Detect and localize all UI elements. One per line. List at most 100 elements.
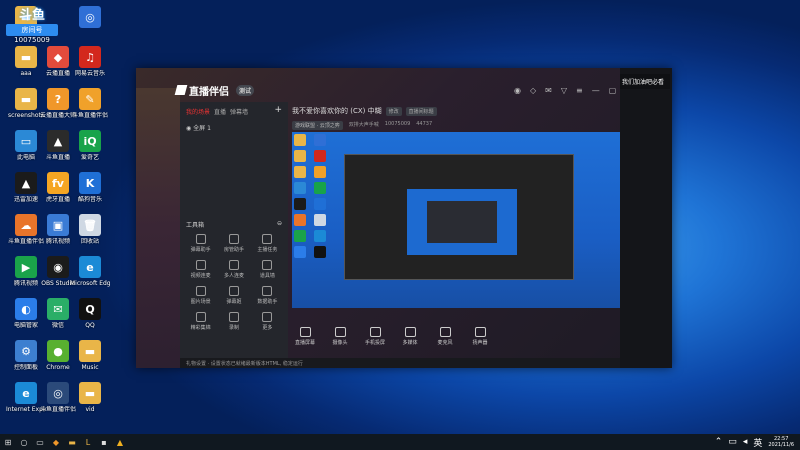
desktop-icon[interactable]: iQ 爱奇艺	[70, 130, 110, 161]
tool-item[interactable]: 视频连麦	[184, 260, 217, 279]
collapse-icon[interactable]: ⊖	[277, 220, 282, 229]
desktop-icon[interactable]: Q QQ	[70, 298, 110, 329]
app-icon: ✎	[79, 88, 101, 110]
volume-icon[interactable]: ◂	[743, 437, 748, 447]
desktop-icon[interactable]: ▬ Music	[70, 340, 110, 371]
desktop-icon[interactable]: ◎	[70, 6, 110, 30]
source-button[interactable]: 直播屏幕	[292, 326, 318, 346]
tab-danmaku[interactable]: 弹幕墙	[230, 107, 248, 116]
app-icon: ▭	[15, 130, 37, 152]
app-logo: 直播伴侣 测试	[174, 83, 255, 98]
tool-item[interactable]: 主播任务	[251, 234, 284, 253]
tray-up-icon[interactable]: ⌃	[715, 437, 723, 447]
tool-item[interactable]: 录制	[217, 312, 250, 331]
desktop-icon[interactable]: e Microsoft Edge	[70, 256, 110, 287]
tool-item[interactable]: 房管助手	[217, 234, 250, 253]
minimize-icon[interactable]: —	[592, 86, 600, 95]
desktop-icon[interactable]: ▬ vid	[70, 382, 110, 413]
room-label: 房间号	[6, 24, 58, 36]
ime-icon[interactable]: 英	[753, 436, 762, 449]
network-icon[interactable]: ▭	[728, 437, 737, 447]
version-badge: 测试	[236, 84, 255, 96]
taskbar-app-icon[interactable]: ▲	[112, 434, 128, 450]
desktop-icon[interactable]: ✎ 斗鱼直播伴侣	[70, 88, 110, 119]
app-icon: e	[15, 382, 37, 404]
message-icon[interactable]: ✉	[545, 86, 552, 95]
add-scene-icon[interactable]: +	[274, 106, 282, 116]
tab-live[interactable]: 直播	[214, 107, 226, 116]
taskbar-folder-icon[interactable]: ▬	[64, 434, 80, 450]
stream-preview[interactable]	[292, 132, 622, 308]
app-icon: fv	[47, 172, 69, 194]
tool-label: 更多	[262, 325, 273, 331]
category-badge[interactable]: 游戏联盟 · 云顶之弈	[292, 121, 343, 130]
app-icon: iQ	[79, 130, 101, 152]
source-button[interactable]: 扬声器	[467, 326, 493, 346]
clock-date: 2021/11/6	[768, 442, 794, 448]
search-icon[interactable]: ○	[16, 434, 32, 450]
tool-label: 图片场景	[190, 299, 211, 305]
taskbar-app-icon[interactable]: L	[80, 434, 96, 450]
tool-item[interactable]: 数据助手	[251, 286, 284, 305]
desktop-icon-label: QQ	[85, 322, 95, 329]
app-icon: ♫	[79, 46, 101, 68]
viewer-count: 44737	[416, 121, 433, 127]
nested-preview	[344, 154, 574, 280]
nested-window	[427, 201, 497, 243]
info-tag: 双排大声手喊	[348, 122, 379, 128]
source-icon	[439, 326, 451, 337]
app-icon: ☁	[15, 214, 37, 236]
tool-item[interactable]: 更多	[251, 312, 284, 331]
scene-item-label: 全屏 1	[193, 125, 211, 132]
tool-item[interactable]: 精彩集锦	[184, 312, 217, 331]
douyu-logo: 斗鱼	[18, 8, 45, 23]
app-icon: ▬	[79, 382, 101, 404]
desktop-icon[interactable]: 🗑 回收站	[70, 214, 110, 245]
source-button[interactable]: 麦克风	[432, 326, 458, 346]
desktop-icon[interactable]: K 酷狗音乐	[70, 172, 110, 203]
source-button[interactable]: 多媒体	[397, 326, 423, 346]
app-icon: ◎	[79, 6, 101, 28]
desktop-icon-label: Microsoft Edge	[70, 280, 110, 287]
tool-item[interactable]: 多人连麦	[217, 260, 250, 279]
tool-label: 弹幕助手	[190, 247, 211, 253]
app-icon: ●	[47, 340, 69, 362]
source-button[interactable]: 摄像头	[327, 326, 353, 346]
source-label: 麦克风	[437, 339, 453, 346]
app-icon: ✉	[47, 298, 69, 320]
edit-title-button[interactable]: 修改	[385, 106, 402, 116]
taskbar-app-icon[interactable]: ▪	[96, 434, 112, 450]
desktop-icon-label: 回收站	[80, 238, 99, 245]
tools-header: 工具箱	[186, 222, 205, 229]
menu-icon[interactable]: ≡	[576, 86, 583, 95]
source-icon	[474, 326, 486, 337]
gift-icon[interactable]: ◇	[530, 86, 536, 95]
tool-item[interactable]: 图片场景	[184, 286, 217, 305]
tool-icon	[262, 234, 273, 244]
start-icon[interactable]: ⊞	[0, 434, 16, 450]
tool-icon	[228, 234, 239, 244]
status-bar: 礼物设置 · 设置状态已就绪最新版本HTML, 稳定运行	[180, 358, 672, 368]
source-button[interactable]: 手机投屏	[362, 326, 388, 346]
tool-item[interactable]: 弹幕助手	[184, 234, 217, 253]
notification-icon[interactable]: ▽	[561, 86, 567, 95]
desktop-icon[interactable]: ♫ 网易云音乐	[70, 46, 110, 77]
tool-icon	[262, 260, 273, 270]
tool-icon	[262, 312, 273, 322]
avatar-icon[interactable]: ◉	[514, 86, 521, 95]
eye-icon[interactable]: ◉	[186, 125, 191, 132]
scene-item[interactable]: ◉ 全屏 1	[180, 121, 288, 134]
tab-scenes[interactable]: 我的场景	[186, 107, 210, 116]
task-view-icon[interactable]: ▭	[32, 434, 48, 450]
tool-item[interactable]: 弹幕姬	[217, 286, 250, 305]
app-icon: ⚙	[15, 340, 37, 362]
clock[interactable]: 22:57 2021/11/6	[768, 436, 794, 448]
tool-item[interactable]: 道具墙	[251, 260, 284, 279]
taskbar: ⊞ ○ ▭ ◆ ▬ L ▪ ▲ ⌃ ▭ ◂ 英 22:57 2021/11/6	[0, 434, 800, 450]
taskbar-app-icon[interactable]: ◆	[48, 434, 64, 450]
app-icon: 🗑	[79, 214, 101, 236]
live-title-input[interactable]: 直播间标题	[405, 106, 437, 116]
tool-label: 房管助手	[223, 247, 244, 253]
maximize-icon[interactable]: ▢	[609, 86, 617, 95]
source-icon	[404, 326, 416, 337]
